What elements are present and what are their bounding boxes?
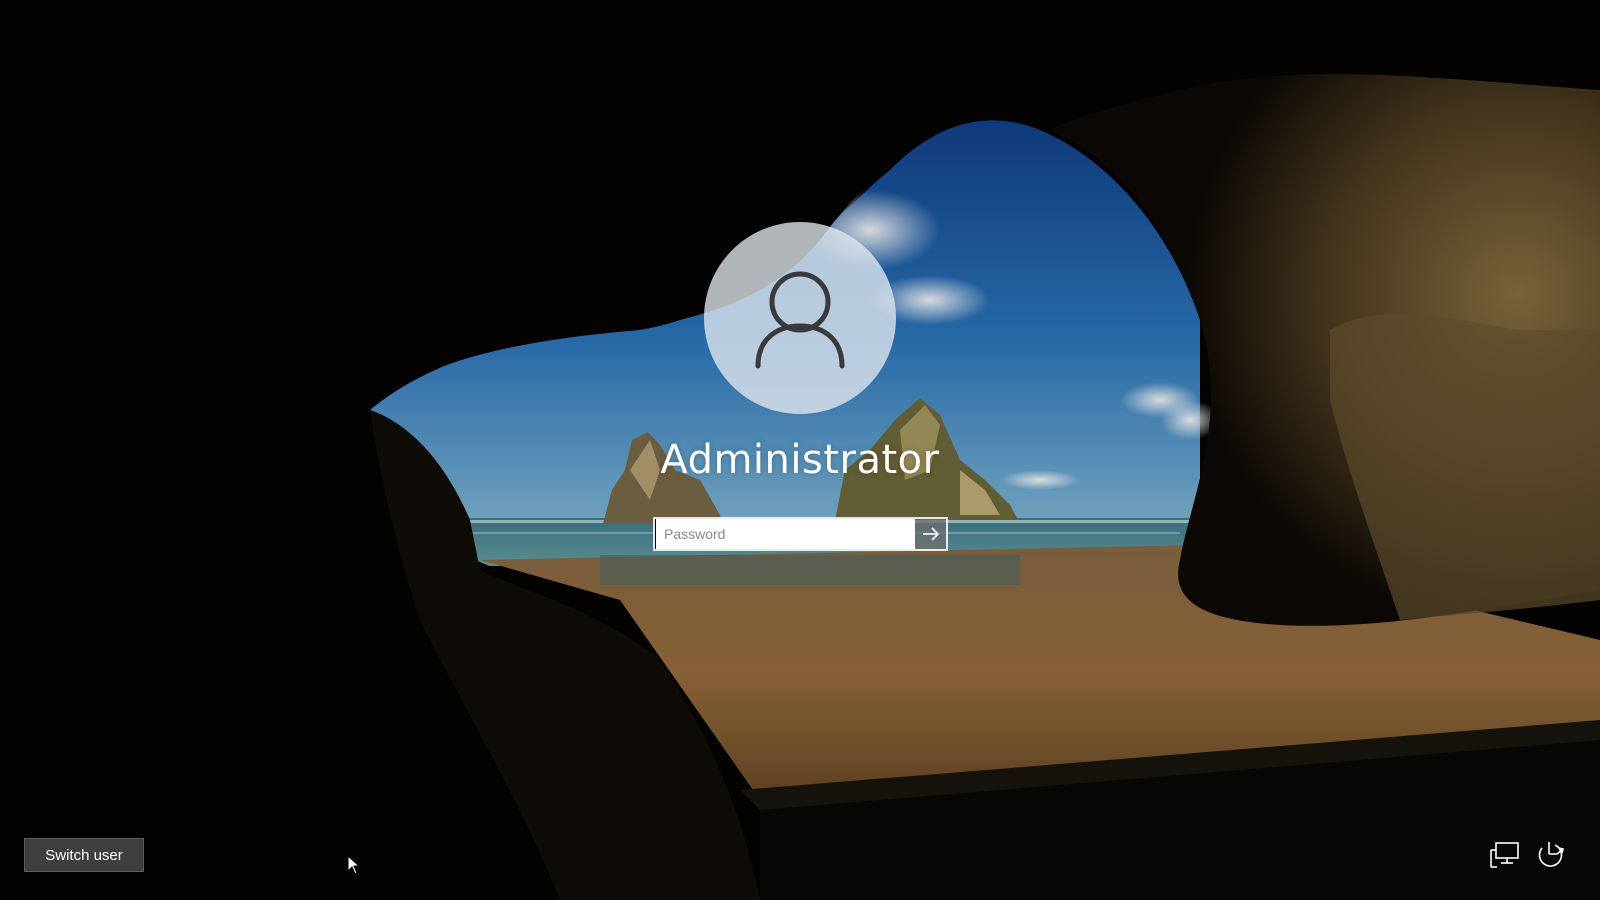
submit-button[interactable] [915,519,946,549]
password-box [653,517,948,551]
network-button[interactable] [1488,838,1522,872]
user-icon [755,271,845,369]
password-input[interactable] [655,519,916,549]
switch-user-label: Switch user [45,846,123,864]
switch-user-button[interactable]: Switch user [24,838,144,872]
lock-screen: Administrator Switch user [0,0,1600,900]
network-icon [1490,842,1519,868]
user-avatar [704,222,896,414]
power-icon [1538,842,1564,867]
username-label: Administrator [660,437,940,483]
arrow-right-icon [922,527,939,541]
power-button[interactable] [1534,838,1568,872]
mouse-cursor-icon [347,855,361,875]
